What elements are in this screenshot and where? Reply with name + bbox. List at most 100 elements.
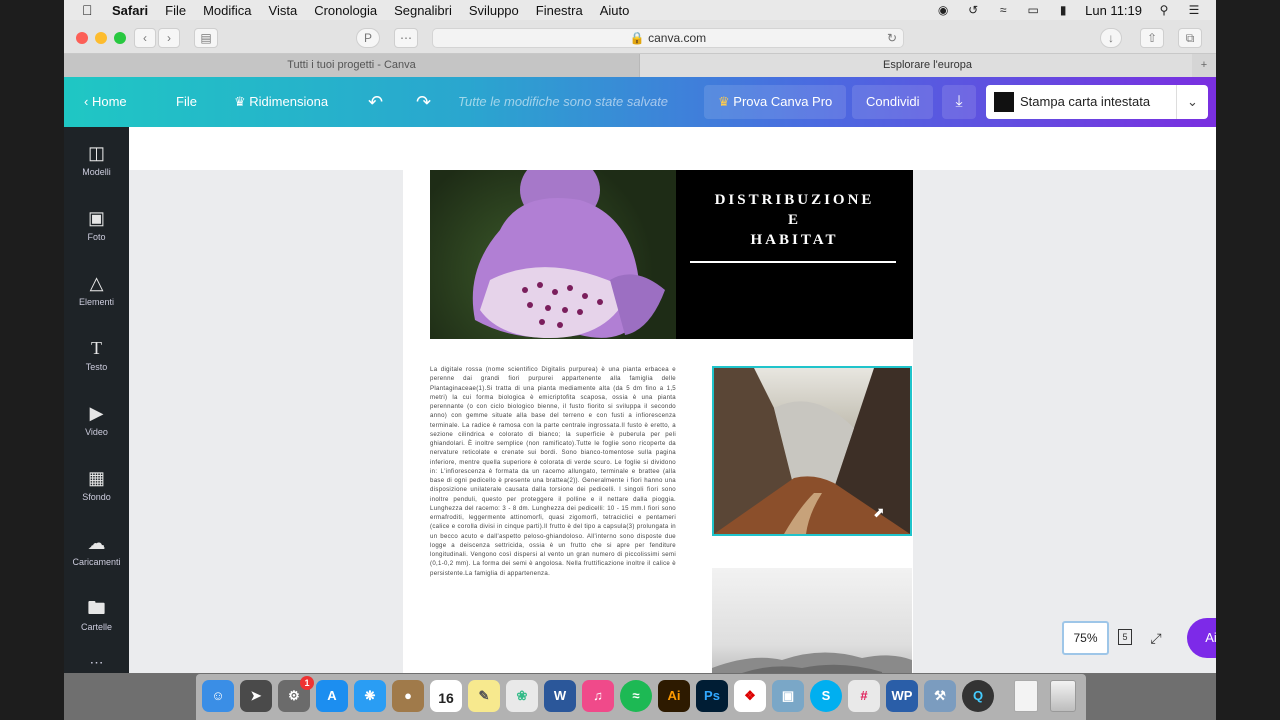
time-machine-icon[interactable]: ↺: [965, 3, 981, 17]
menu-clock[interactable]: Lun 11:19: [1085, 3, 1142, 18]
undo-icon[interactable]: ↶: [368, 77, 383, 127]
calendar-icon[interactable]: 16: [430, 680, 462, 712]
title-line-2: E: [787, 212, 801, 228]
extensions-icon[interactable]: ⋯: [394, 28, 418, 48]
finder-icon[interactable]: ☺: [202, 680, 234, 712]
wifi-icon[interactable]: ≈: [995, 3, 1011, 17]
sidebar-item-modelli[interactable]: ◫ Modelli: [64, 139, 129, 199]
fullscreen-icon[interactable]: ⤢: [1145, 627, 1167, 649]
download-icon[interactable]: ⤓: [942, 85, 976, 119]
sidebar-item-label: Cartelle: [80, 622, 112, 632]
notes-icon[interactable]: ✎: [468, 680, 500, 712]
help-button[interactable]: Aiuto ?: [1187, 618, 1216, 658]
system-preferences-icon[interactable]: ⚙ 1: [278, 676, 314, 712]
menu-finestra[interactable]: Finestra: [536, 3, 583, 18]
try-pro-button[interactable]: ♛ Prova Canva Pro: [704, 85, 847, 119]
share-button[interactable]: Condividi: [852, 85, 934, 119]
title-divider: [690, 261, 896, 263]
launchpad-icon[interactable]: ➤: [240, 680, 272, 712]
menu-app-name[interactable]: Safari: [112, 3, 148, 18]
sidebar-item-testo[interactable]: T Testo: [64, 334, 129, 394]
photoshop-icon[interactable]: Ps: [696, 680, 728, 712]
file-menu-button[interactable]: File: [176, 77, 197, 127]
print-letterhead-button[interactable]: Stampa carta intestata ⌄: [986, 85, 1208, 119]
text-icon: T: [91, 338, 102, 358]
mountain-valley-image[interactable]: ⬈: [712, 366, 912, 536]
skype-icon[interactable]: S: [810, 680, 842, 712]
sidebar-item-label: Sfondo: [82, 492, 111, 502]
title-block[interactable]: DISTRIBUZIONE E HABITAT: [676, 170, 913, 339]
sidebar-item-foto[interactable]: ▣ Foto: [64, 204, 129, 264]
safari-icon[interactable]: ❋: [354, 680, 386, 712]
apple-icon[interactable]: : [82, 2, 100, 18]
share-icon[interactable]: ⇧: [1140, 28, 1164, 48]
home-button[interactable]: ‹ Home: [84, 77, 127, 127]
photos-browser-icon[interactable]: ❀: [506, 680, 538, 712]
spotlight-search-icon[interactable]: ⚲: [1156, 3, 1172, 17]
slack-icon[interactable]: #: [848, 680, 880, 712]
address-bar[interactable]: 🔒 canva.com ↻: [432, 28, 904, 48]
minimize-window-button[interactable]: [95, 32, 107, 44]
sidebar-item-label: Elementi: [78, 297, 114, 307]
sidebar-item-elementi[interactable]: △ Elementi: [64, 269, 129, 329]
sidebar-item-caricamenti[interactable]: ☁ Caricamenti: [64, 529, 129, 589]
photo-icon: ▣: [87, 208, 105, 228]
foxglove-flower-image[interactable]: [430, 170, 676, 339]
downloads-icon[interactable]: ↓: [1100, 28, 1122, 48]
body-text-block[interactable]: La digitale rossa (nome scientifico Digi…: [430, 365, 676, 673]
pinterest-icon[interactable]: P: [356, 28, 380, 48]
back-icon[interactable]: ‹: [134, 28, 156, 48]
menu-modifica[interactable]: Modifica: [203, 3, 251, 18]
menu-file[interactable]: File: [165, 3, 186, 18]
menu-segnalibri[interactable]: Segnalibri: [394, 3, 452, 18]
page-count-button[interactable]: 5: [1114, 627, 1136, 649]
chevron-down-icon[interactable]: ⌄: [1176, 85, 1208, 119]
sidebar-item-cartelle[interactable]: 🖿 Cartelle: [64, 594, 129, 654]
itunes-icon[interactable]: ♫: [582, 680, 614, 712]
menu-sviluppo[interactable]: Sviluppo: [469, 3, 519, 18]
contacts-icon[interactable]: ●: [392, 680, 424, 712]
sidebar-item-label: Video: [85, 427, 108, 437]
spotify-icon[interactable]: ≈: [620, 680, 652, 712]
quicktime-icon[interactable]: Q: [962, 680, 994, 712]
design-page[interactable]: DISTRIBUZIONE E HABITAT La digitale ross…: [403, 170, 913, 673]
reload-icon[interactable]: ↻: [887, 29, 897, 47]
word-icon[interactable]: W: [544, 680, 576, 712]
sidebar-item-video[interactable]: ▶ Video: [64, 399, 129, 459]
illustrator-icon[interactable]: Ai: [658, 680, 690, 712]
tab-canva-projects[interactable]: Tutti i tuoi progetti - Canva: [64, 54, 640, 77]
redo-icon[interactable]: ↷: [416, 77, 431, 127]
design-workspace: DISTRIBUZIONE E HABITAT La digitale ross…: [129, 127, 1216, 673]
more-icon[interactable]: ⋯: [64, 655, 129, 673]
show-tabs-icon[interactable]: ⧉: [1178, 28, 1202, 48]
airplay-icon[interactable]: ▭: [1025, 3, 1041, 17]
resize-button[interactable]: ♛ Ridimensiona: [234, 77, 328, 127]
templates-icon: ◫: [87, 143, 105, 163]
wordpress-icon[interactable]: WP: [886, 680, 918, 712]
trash-icon[interactable]: [1050, 680, 1076, 712]
menu-vista[interactable]: Vista: [269, 3, 298, 18]
app-store-icon[interactable]: A: [316, 680, 348, 712]
new-tab-button[interactable]: +: [1192, 54, 1216, 77]
notification-center-icon[interactable]: ☰: [1186, 3, 1202, 17]
foggy-landscape-image[interactable]: [712, 568, 912, 673]
menu-cronologia[interactable]: Cronologia: [314, 3, 377, 18]
canva-sidebar: ◫ Modelli ▣ Foto △ Elementi T Testo ▶ Vi…: [64, 127, 129, 673]
crown-icon: ♛: [718, 94, 730, 109]
zoom-level-control[interactable]: 75%: [1062, 621, 1109, 655]
menu-aiuto[interactable]: Aiuto: [600, 3, 630, 18]
battery-icon[interactable]: ▮: [1055, 3, 1071, 17]
xcode-tools-icon[interactable]: ⚒: [924, 680, 956, 712]
forward-icon[interactable]: ›: [158, 28, 180, 48]
close-window-button[interactable]: [76, 32, 88, 44]
acrobat-icon[interactable]: ❖: [734, 680, 766, 712]
document-icon[interactable]: [1014, 680, 1038, 712]
mouse-cursor-icon: ⬈: [873, 504, 885, 520]
preview-icon[interactable]: ▣: [772, 680, 804, 712]
record-icon[interactable]: ◉: [935, 3, 951, 17]
sidebar-toggle-icon[interactable]: ▤: [194, 28, 218, 48]
sidebar-item-sfondo[interactable]: ▦ Sfondo: [64, 464, 129, 524]
zoom-window-button[interactable]: [114, 32, 126, 44]
elements-icon: △: [89, 273, 104, 293]
tab-europa[interactable]: Esplorare l'europa: [640, 54, 1216, 77]
